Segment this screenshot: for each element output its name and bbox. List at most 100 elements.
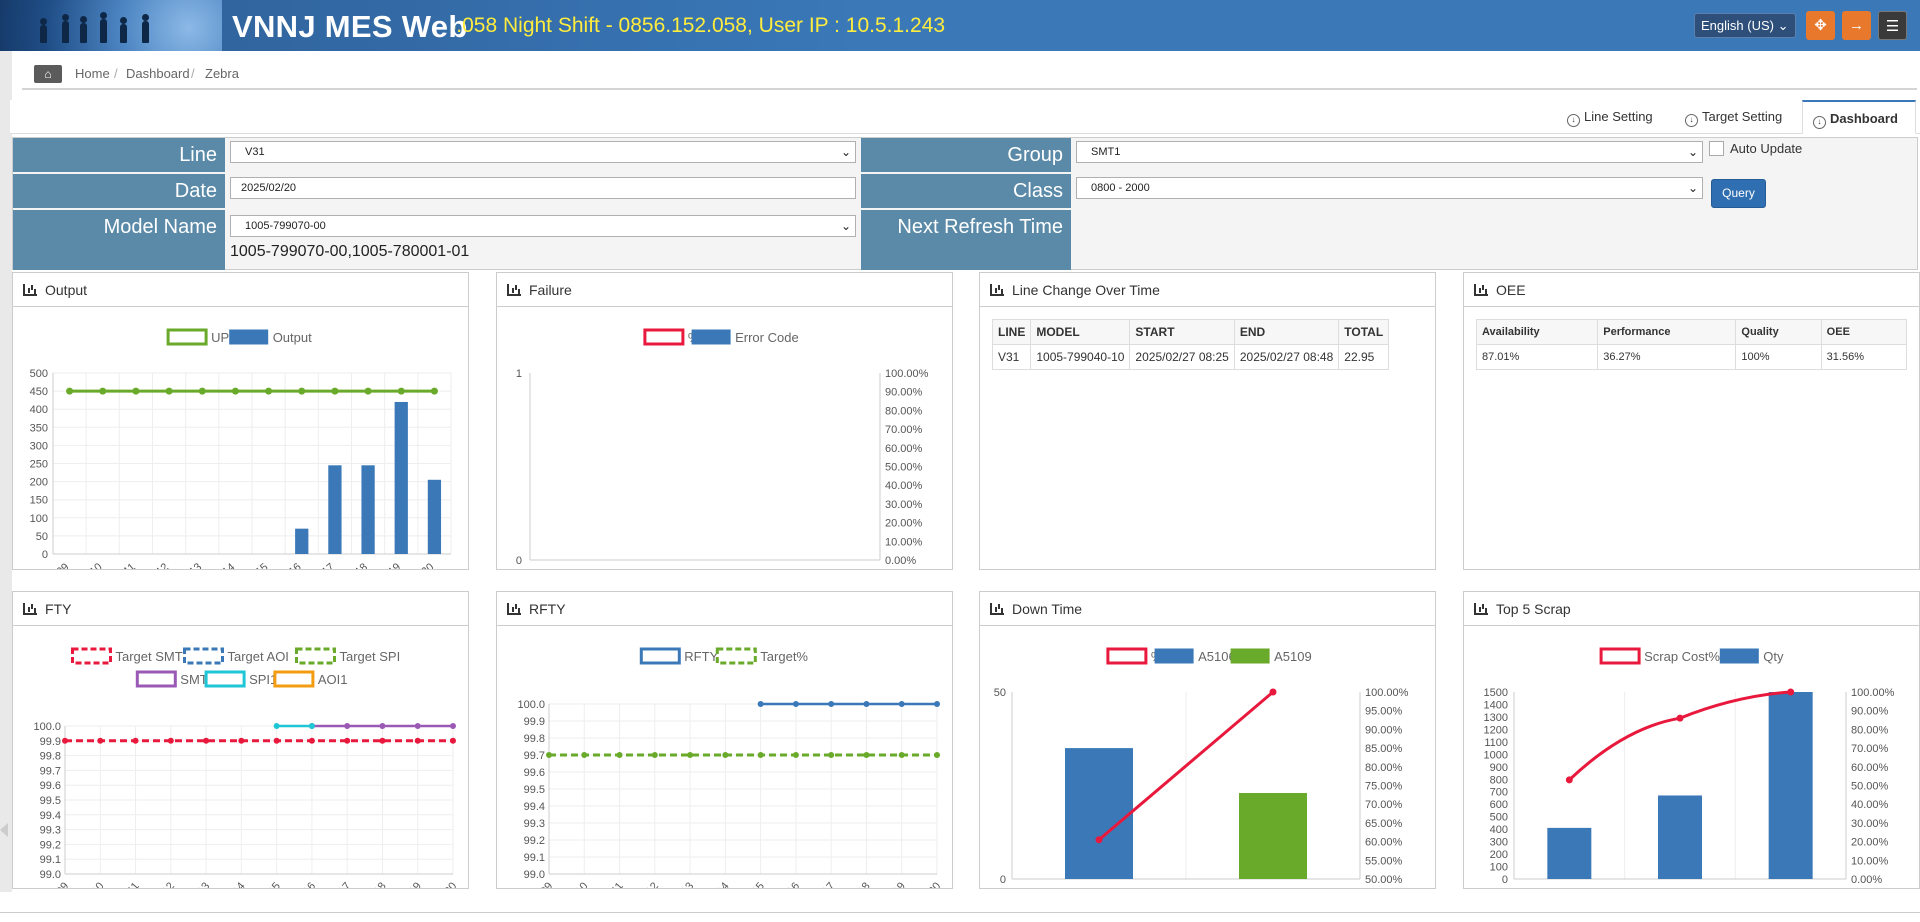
legend-label: Output	[273, 330, 312, 345]
table-cell: 2025/02/27 08:25	[1129, 344, 1235, 370]
x-tick-label: 16-17	[810, 880, 837, 888]
series-point	[450, 723, 456, 729]
x-tick-label: 18-19	[374, 561, 403, 569]
y-tick-label: 0	[42, 549, 48, 561]
tab-target-setting[interactable]: ↓ Target Setting	[1685, 100, 1782, 134]
y2-tick-label: 10.00%	[1851, 855, 1889, 867]
model-name-label: Model Name	[13, 210, 225, 270]
y-tick-label: 99.0	[524, 869, 545, 881]
y-tick-label: 99.1	[524, 852, 545, 864]
y-tick-label: 200	[30, 477, 48, 489]
query-button[interactable]: Query	[1711, 179, 1766, 208]
breadcrumb-dashboard[interactable]: Dashboard	[126, 66, 190, 81]
oee-column-header: OEE	[1820, 319, 1908, 345]
y-tick-label: 1100	[1484, 737, 1508, 749]
y-tick-label: 99.4	[40, 810, 61, 822]
y2-tick-label: 60.00%	[885, 443, 923, 455]
x-tick-label: 17-18	[845, 880, 872, 888]
uph-point	[364, 387, 372, 395]
y-tick-label: 99.2	[40, 839, 61, 851]
y2-tick-label: 80.00%	[885, 405, 923, 417]
y-tick-label: 1300	[1484, 712, 1508, 724]
down-time-chart: %A5106A510905050.00%55.00%60.00%65.00%70…	[994, 647, 1409, 902]
series-point	[450, 737, 456, 744]
tab-line-setting[interactable]: ↓ Line Setting	[1567, 100, 1653, 134]
series-point	[828, 701, 835, 707]
x-tick-label: 10-11	[599, 880, 626, 888]
breadcrumb-separator: /	[114, 66, 118, 81]
output-chart: UPHOutput0501001502002503003504004505000…	[30, 328, 452, 588]
panel-title: FTY	[45, 601, 72, 617]
breadcrumb-home[interactable]: Home	[75, 66, 110, 81]
y-tick-label: 99.7	[40, 765, 61, 777]
output-bar	[361, 465, 375, 554]
oee-column-header: Quality	[1735, 319, 1822, 345]
y-tick-label: 1400	[1484, 699, 1508, 711]
y-tick-label: 100.0	[517, 699, 545, 711]
x-tick-label: 12-13	[185, 880, 212, 888]
bar-chart-icon	[507, 603, 521, 615]
legend-label: Error Code	[735, 330, 799, 345]
oee-column-header: Performance	[1597, 319, 1737, 345]
panel-title: Top 5 Scrap	[1496, 601, 1571, 617]
line-select[interactable]: V31 ⌄	[230, 141, 856, 163]
x-tick-label: 14-15	[740, 880, 767, 888]
x-tick-label: 19-20	[916, 880, 943, 888]
home-icon[interactable]: ⌂	[34, 65, 62, 83]
y2-tick-label: 60.00%	[1851, 762, 1889, 774]
group-label: Group	[861, 138, 1071, 172]
series-point	[722, 752, 729, 758]
class-select[interactable]: 0800 - 2000 ⌄	[1076, 177, 1703, 199]
uph-point	[66, 387, 74, 395]
y2-tick-label: 90.00%	[1365, 724, 1403, 736]
x-tick-label: 10-11	[115, 880, 142, 888]
fullscreen-icon[interactable]: ✥	[1806, 11, 1835, 40]
failure-panel: Failure %Error Code010.00%10.00%20.00%30…	[496, 272, 953, 570]
legend-swatch	[183, 647, 224, 665]
legend-swatch	[639, 647, 681, 665]
series-bar	[1239, 792, 1307, 879]
legend-swatch	[295, 647, 336, 665]
announcement-marquee: Infra: 0855.733.058 Night Shift - 0856.1…	[455, 0, 1655, 51]
down-time-panel: Down Time %A5106A510905050.00%55.00%60.0…	[979, 591, 1436, 902]
tab-dashboard[interactable]: ↓ Dashboard	[1802, 100, 1916, 134]
series-point	[379, 723, 386, 729]
y2-tick-label: 90.00%	[885, 387, 923, 399]
output-bar	[427, 479, 442, 554]
language-select[interactable]: English (US) ⌄	[1694, 13, 1796, 38]
download-icon: ↓	[1567, 114, 1580, 127]
logo-image	[0, 0, 222, 51]
date-input[interactable]: 2025/02/20	[230, 177, 856, 199]
group-select[interactable]: SMT1 ⌄	[1076, 141, 1703, 163]
language-label: English (US)	[1701, 18, 1774, 33]
bar-chart-icon	[23, 603, 37, 615]
uph-point	[397, 387, 405, 395]
y-tick-label: 700	[1490, 787, 1508, 799]
table-cell: 22.95	[1338, 344, 1390, 370]
legend-swatch	[1106, 647, 1148, 665]
line-change-panel: Line Change Over Time LINE MODEL START END T…	[979, 272, 1436, 570]
y2-tick-label: 85.00%	[1365, 743, 1403, 755]
panel-header: Top 5 Scrap	[1464, 592, 1919, 626]
output-bar	[295, 528, 309, 554]
y2-tick-label: 100.00%	[1851, 687, 1895, 699]
series-point	[757, 701, 764, 707]
series-point	[308, 737, 315, 744]
y2-tick-label: 20.00%	[885, 518, 923, 530]
oee-column-header: Availability	[1475, 319, 1599, 345]
legend-label: A5109	[1274, 649, 1312, 664]
x-tick-label: 08-09	[44, 880, 71, 888]
auto-update-checkbox[interactable]: Auto Update	[1709, 141, 1802, 156]
y-tick-label: 500	[1490, 812, 1508, 824]
y2-tick-label: 80.00%	[1851, 724, 1889, 736]
line-change-header-row: LINE MODEL START END TOTAL	[991, 319, 1390, 345]
sign-in-icon[interactable]: →	[1842, 11, 1871, 40]
checkbox-icon[interactable]	[1709, 141, 1724, 156]
model-select[interactable]: 1005-799070-00 ⌄	[230, 215, 856, 237]
line-change-table: LINE MODEL START END TOTAL V31 1005-799040-10 2…	[991, 319, 1390, 370]
menu-icon[interactable]: ☰	[1878, 11, 1907, 40]
y-tick-label: 99.8	[40, 751, 61, 763]
x-tick-label: 15-16	[291, 880, 318, 888]
tab-label: Target Setting	[1702, 109, 1783, 124]
output-bar	[394, 401, 408, 554]
